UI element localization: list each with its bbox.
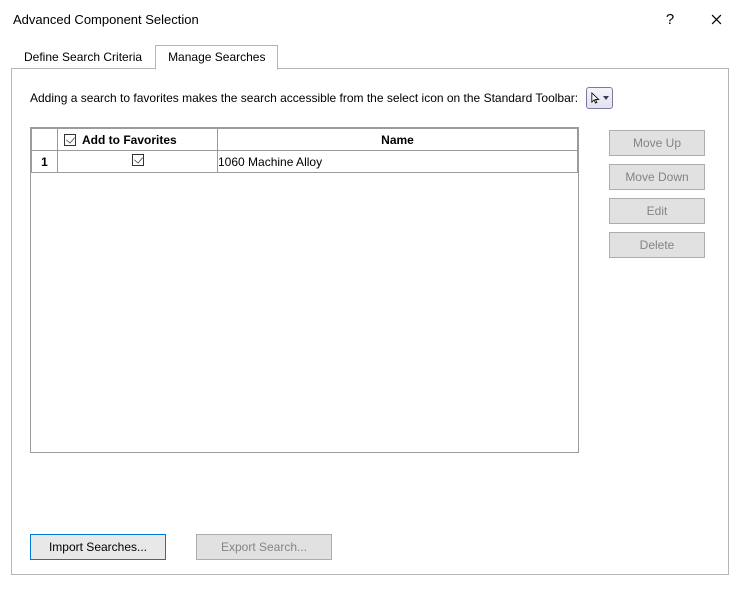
tab-manage-searches[interactable]: Manage Searches	[155, 45, 278, 70]
name-cell[interactable]: 1060 Machine Alloy	[218, 151, 578, 173]
tab-define-search-criteria[interactable]: Define Search Criteria	[11, 45, 155, 69]
move-down-button[interactable]: Move Down	[609, 164, 705, 190]
side-buttons: Move Up Move Down Edit Delete	[609, 130, 705, 258]
hint-text: Adding a search to favorites makes the s…	[30, 91, 578, 105]
row-number: 1	[32, 151, 58, 173]
help-button[interactable]: ?	[647, 4, 693, 34]
close-icon	[711, 14, 722, 25]
titlebar: Advanced Component Selection ?	[1, 1, 739, 37]
favorite-cell[interactable]	[58, 151, 218, 173]
favorites-column-header[interactable]: Add to Favorites	[58, 129, 218, 151]
hint-row: Adding a search to favorites makes the s…	[30, 87, 710, 109]
name-column-header[interactable]: Name	[218, 129, 578, 151]
table-row[interactable]: 1 1060 Machine Alloy	[32, 151, 578, 173]
favorites-column-label: Add to Favorites	[82, 133, 177, 147]
move-up-button[interactable]: Move Up	[609, 130, 705, 156]
edit-button[interactable]: Edit	[609, 198, 705, 224]
tabstrip: Define Search Criteria Manage Searches	[11, 43, 729, 69]
chevron-down-icon	[603, 96, 609, 100]
favorites-header-checkbox[interactable]	[64, 134, 76, 146]
import-searches-button[interactable]: Import Searches...	[30, 534, 166, 560]
name-column-label: Name	[381, 133, 414, 147]
bottom-buttons: Import Searches... Export Search...	[30, 534, 332, 560]
select-icon[interactable]	[586, 87, 613, 109]
searches-grid: Add to Favorites Name 1 1060 Machine All…	[30, 127, 579, 453]
delete-button[interactable]: Delete	[609, 232, 705, 258]
table-header-row: Add to Favorites Name	[32, 129, 578, 151]
cursor-icon	[590, 92, 601, 105]
favorite-checkbox[interactable]	[132, 154, 144, 166]
export-search-button[interactable]: Export Search...	[196, 534, 332, 560]
content-row: Add to Favorites Name 1 1060 Machine All…	[30, 127, 710, 453]
close-button[interactable]	[693, 4, 739, 34]
tab-panel: Adding a search to favorites makes the s…	[11, 69, 729, 575]
corner-cell	[32, 129, 58, 151]
window-title: Advanced Component Selection	[13, 12, 647, 27]
